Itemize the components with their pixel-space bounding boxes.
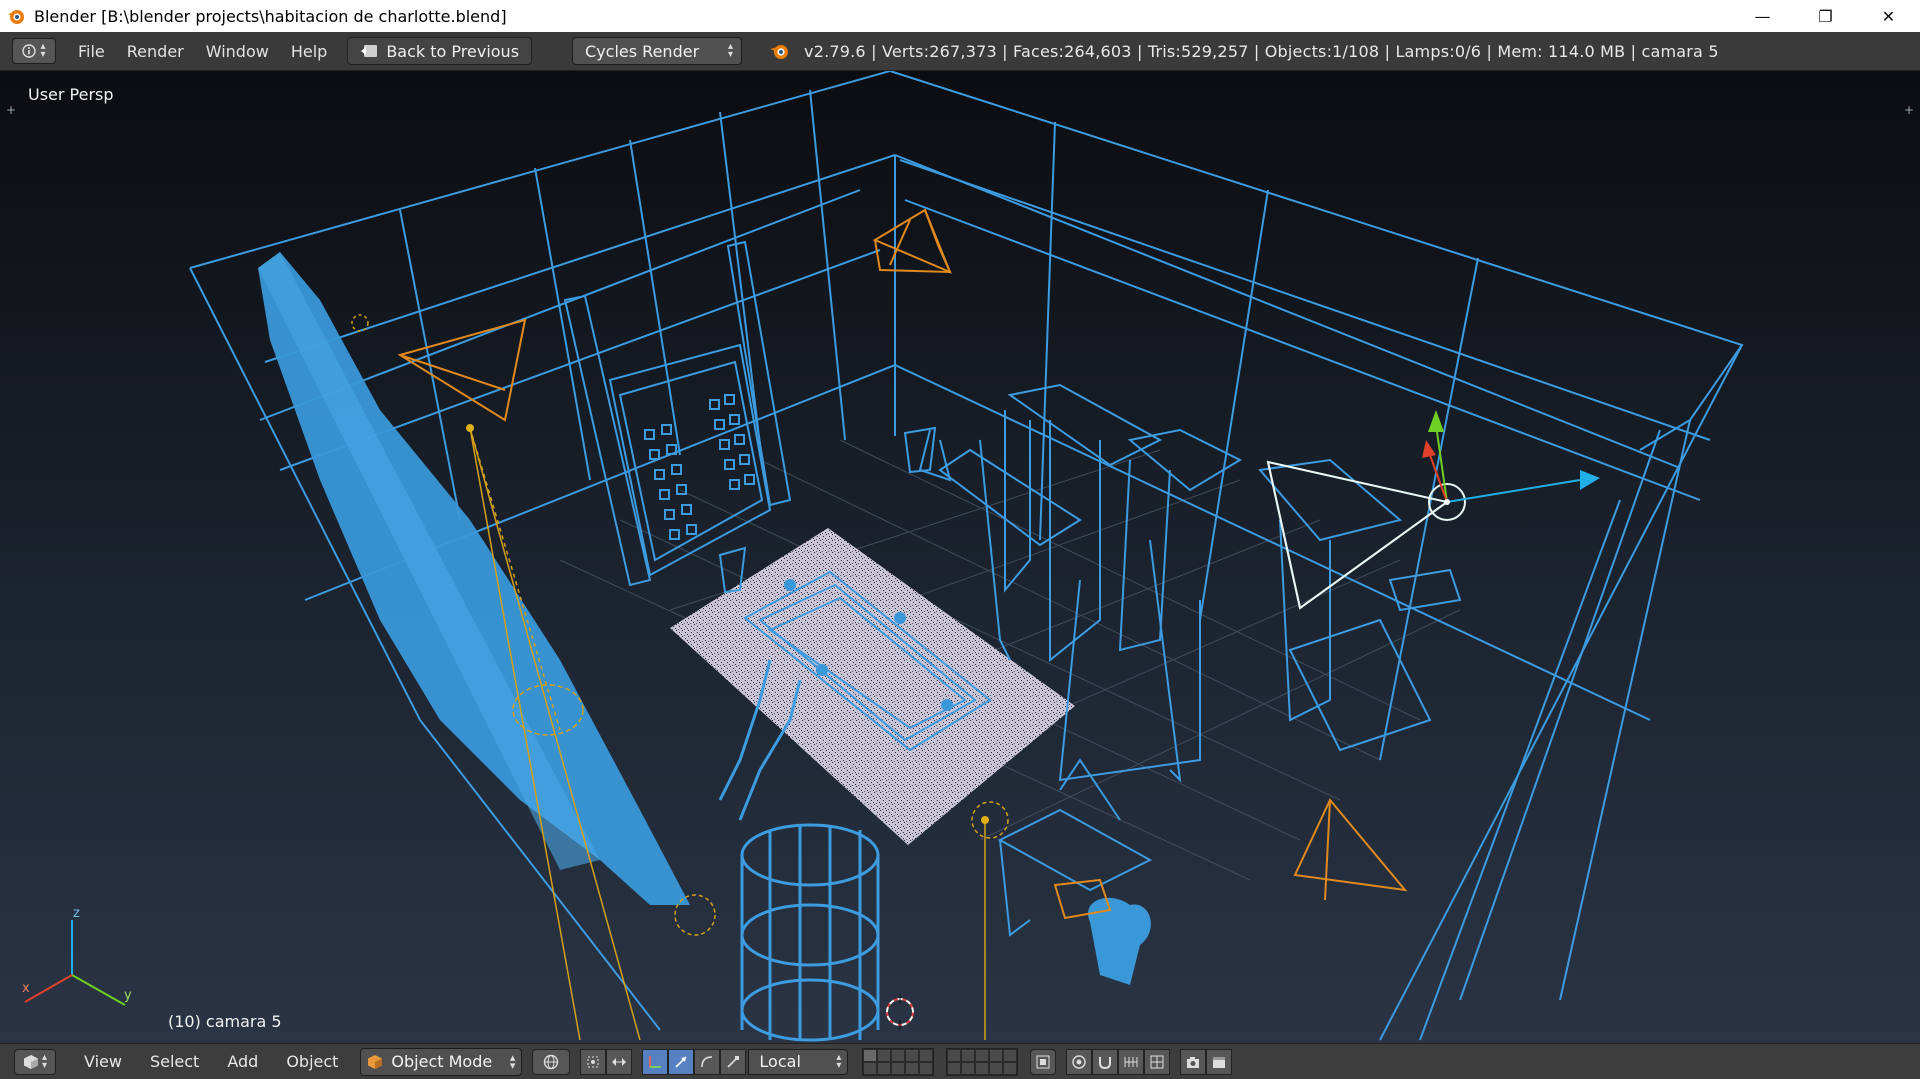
snap-target-button[interactable] [1144, 1048, 1171, 1075]
axis-indicator [24, 920, 126, 1006]
axis-label-y: y [124, 988, 132, 1003]
manipulator-icon [649, 1055, 662, 1068]
grid-target-icon [1150, 1055, 1164, 1068]
screen-back-icon [361, 45, 378, 57]
menu-window[interactable]: Window [206, 42, 269, 61]
view-perspective-label: User Persp [28, 85, 114, 104]
snap-increment-icon [1124, 1056, 1138, 1067]
lock-camera-layers-button[interactable] [1030, 1048, 1057, 1075]
updown-caret-icon: ▴ ▾ [40, 41, 46, 60]
manipulator-toggle-button[interactable] [642, 1048, 669, 1075]
rug-and-table [670, 528, 1075, 845]
layer-block-2[interactable] [946, 1047, 1019, 1076]
scene-layers[interactable] [862, 1047, 1019, 1076]
interaction-mode-value: Object Mode [391, 1052, 493, 1071]
back-to-previous-button[interactable]: Back to Previous [347, 37, 533, 65]
shading-sphere-icon [544, 1054, 559, 1069]
render-engine-value: Cycles Render [585, 41, 700, 61]
3d-cursor [886, 994, 914, 1030]
snap-element-select[interactable] [1118, 1048, 1145, 1075]
window-title-bar[interactable]: Blender [B:\blender projects\habitacion … [0, 0, 1920, 32]
rotate-arc-icon [701, 1055, 713, 1067]
axis-label-z: z [73, 906, 80, 921]
menu-add[interactable]: Add [227, 1052, 258, 1071]
3d-view-header: ▴ ▾ View Select Add Object Object Mode ▴ ▾ [0, 1043, 1920, 1079]
updown-caret-icon: ▴ ▾ [728, 41, 734, 60]
3d-viewport[interactable]: User Persp + + z x y (10) camara 5 [0, 71, 1920, 1043]
translate-arrow-icon [675, 1055, 687, 1068]
minimize-button[interactable]: — [1731, 0, 1794, 32]
proportional-circle-icon [1072, 1054, 1087, 1069]
3d-view-editor-type-button[interactable]: ▴ ▾ [14, 1048, 56, 1075]
blender-window: Blender [B:\blender projects\habitacion … [0, 0, 1920, 1079]
cube-view-icon [23, 1054, 38, 1069]
pivot-icon [587, 1056, 599, 1067]
window-title: Blender [B:\blender projects\habitacion … [34, 6, 507, 26]
transform-gizmo [1422, 410, 1600, 505]
restore-button[interactable]: ❐ [1794, 0, 1857, 32]
rotate-manipulator-button[interactable] [694, 1048, 721, 1075]
info-editor-type-button[interactable]: ▴ ▾ [12, 38, 56, 64]
object-mode-cube-icon [368, 1054, 383, 1069]
translate-manipulator-button[interactable] [668, 1048, 695, 1075]
area-split-corner-icon[interactable]: + [1904, 103, 1914, 117]
updown-caret-icon: ▴ ▾ [836, 1051, 842, 1071]
updown-caret-icon: ▴ ▾ [509, 1050, 516, 1072]
menu-help[interactable]: Help [291, 42, 327, 61]
camera-render-icon [1187, 1056, 1200, 1068]
info-header: ▴ ▾ File Render Window Help Back to Previ… [0, 32, 1920, 71]
menu-file[interactable]: File [78, 42, 105, 61]
snap-toggle-button[interactable] [1092, 1048, 1119, 1075]
scale-manipulator-button[interactable] [720, 1048, 747, 1075]
menu-view[interactable]: View [84, 1052, 122, 1071]
close-button[interactable]: ✕ [1857, 0, 1920, 32]
menu-object[interactable]: Object [286, 1052, 338, 1071]
info-icon [22, 44, 37, 58]
updown-caret-icon: ▴ ▾ [41, 1051, 48, 1071]
layers-icon [1036, 1055, 1050, 1068]
interaction-mode-select[interactable]: Object Mode ▴ ▾ [360, 1047, 523, 1076]
selected-curtain-object [258, 252, 690, 905]
scene-statistics: v2.79.6 | Verts:267,373 | Faces:264,603 … [804, 41, 1719, 61]
closet [608, 343, 772, 577]
layer-block-1[interactable] [862, 1047, 935, 1076]
proportional-editing-button[interactable] [1066, 1048, 1093, 1075]
blender-logo-icon [770, 45, 789, 59]
arrows-horizontal-icon [612, 1057, 627, 1066]
menu-render[interactable]: Render [127, 42, 184, 61]
magnet-icon [1099, 1056, 1112, 1069]
active-object-label: (10) camara 5 [168, 1012, 282, 1031]
scene-wireframe [24, 71, 1744, 1042]
scale-icon [727, 1055, 740, 1068]
render-opengl-image-button[interactable] [1180, 1048, 1207, 1075]
clapper-icon [1213, 1056, 1226, 1068]
transform-orientation-select[interactable]: Local ▴ ▾ [748, 1048, 849, 1075]
viewport-shading-button[interactable] [532, 1048, 571, 1075]
pivot-point-button[interactable] [580, 1048, 607, 1075]
axis-label-x: x [22, 981, 30, 996]
transform-orientation-value: Local [759, 1052, 801, 1071]
back-to-previous-label: Back to Previous [386, 41, 520, 61]
area-split-corner-icon[interactable]: + [6, 103, 16, 117]
render-opengl-animation-button[interactable] [1206, 1048, 1233, 1075]
render-engine-select[interactable]: Cycles Render ▴ ▾ [572, 37, 743, 65]
transform-pivot-toggle[interactable] [606, 1048, 633, 1075]
blender-app-icon [8, 10, 24, 24]
desk-chair [1088, 897, 1151, 985]
menu-select[interactable]: Select [150, 1052, 199, 1071]
